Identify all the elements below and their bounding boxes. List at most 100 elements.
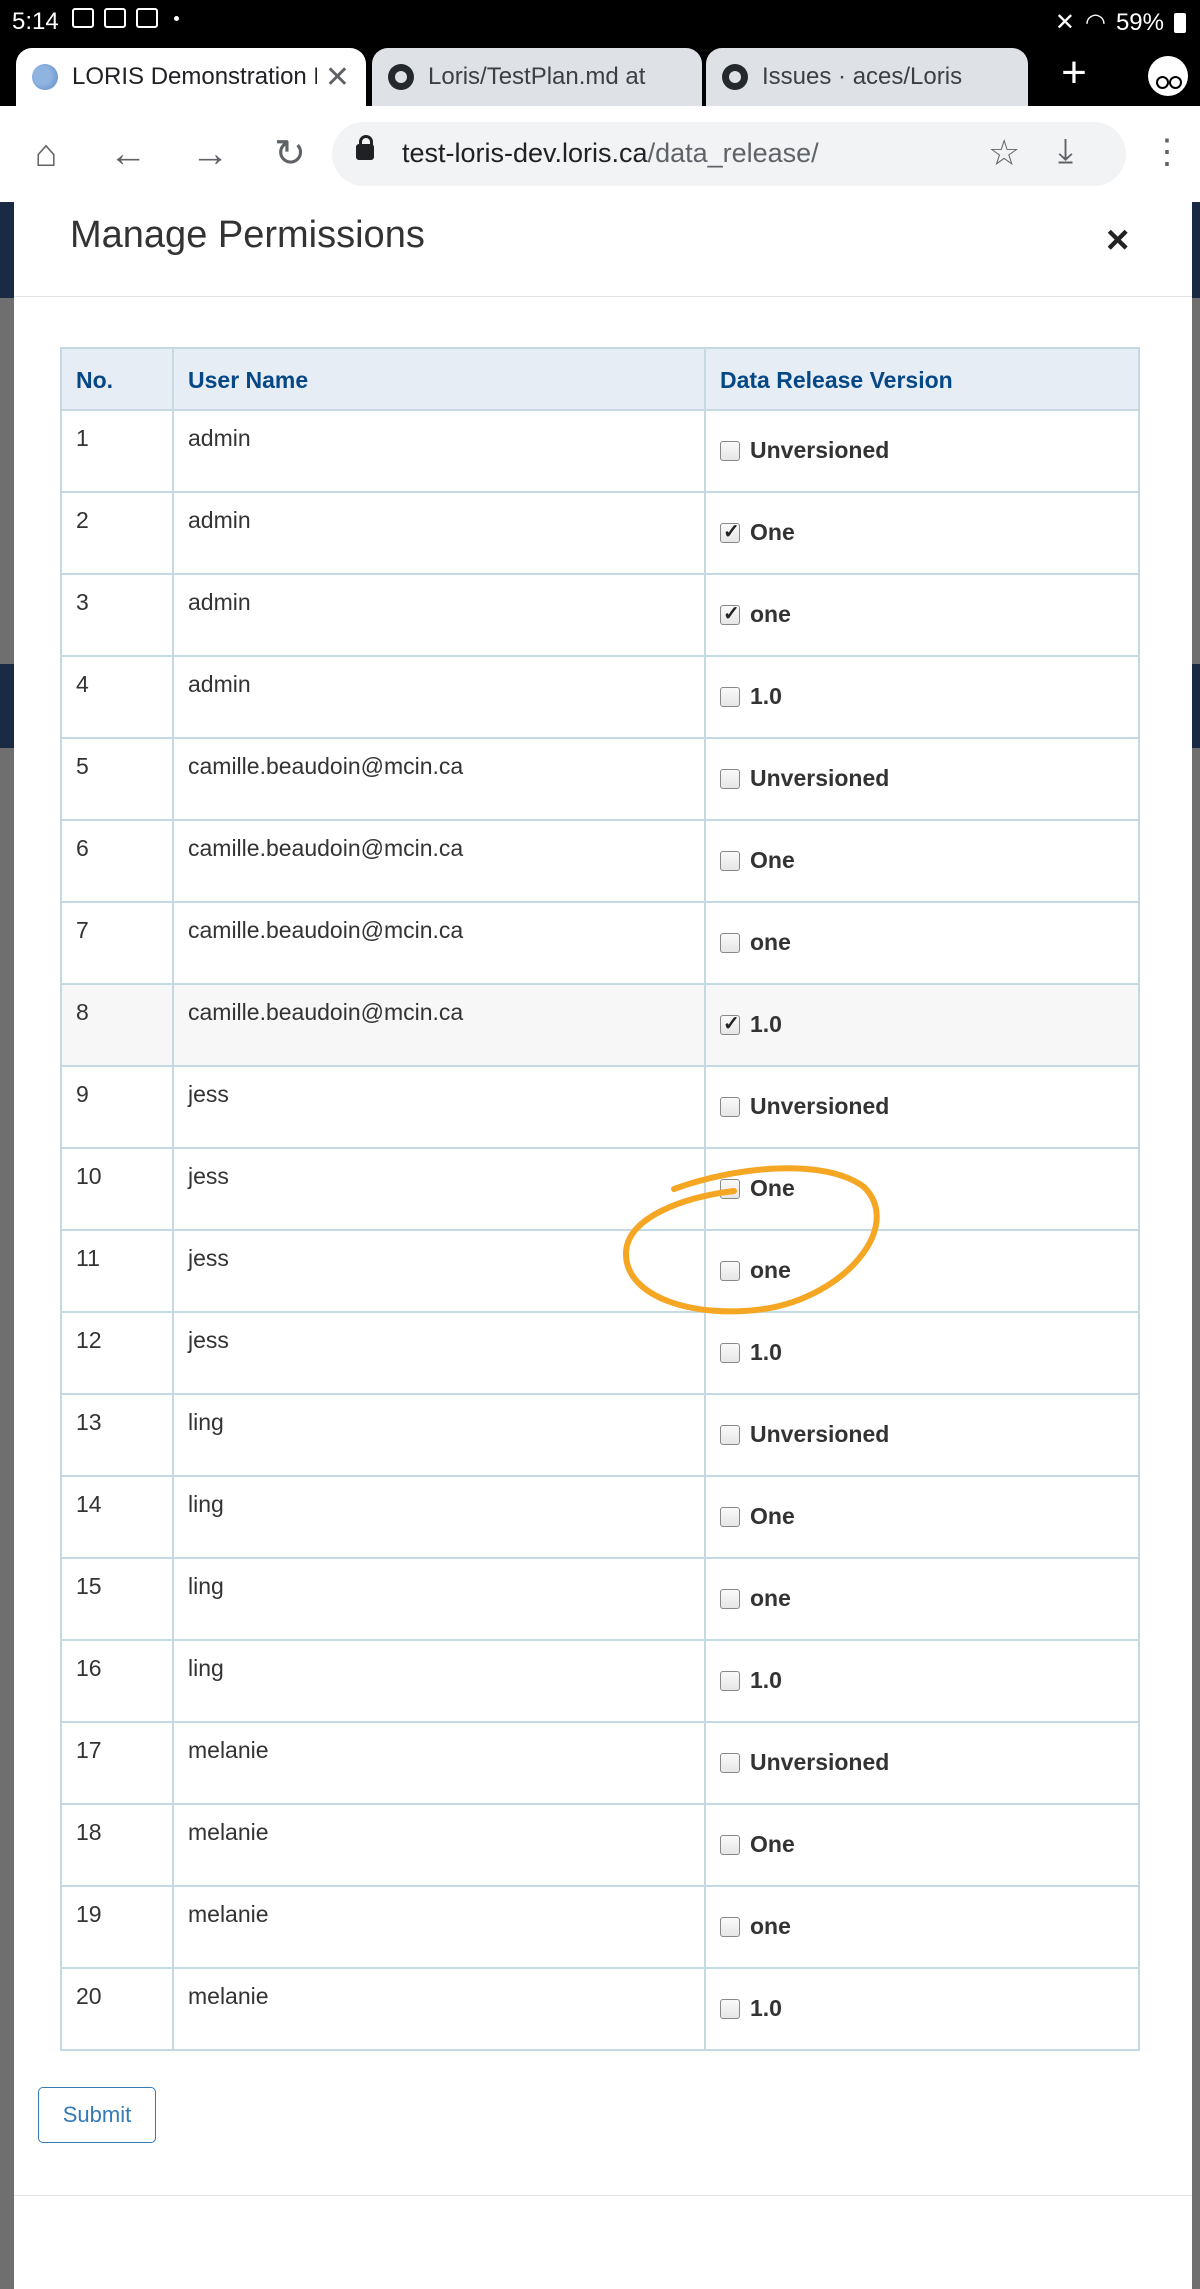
star-icon[interactable]: ☆ [988, 132, 1020, 174]
version-option[interactable]: One [720, 1163, 1124, 1202]
status-bar: 5:14 ✕ ◠ 59% [0, 0, 1200, 44]
cell-version: 1.0 [704, 655, 1140, 739]
version-option[interactable]: One [720, 1491, 1124, 1530]
cell-version: 1.0 [704, 1311, 1140, 1395]
table-row: 6 camille.beaudoin@mcin.ca One [60, 819, 1140, 903]
cell-no: 2 [60, 491, 174, 575]
close-icon[interactable]: × [1106, 218, 1129, 263]
browser-toolbar: ⌂ ← → ↻ test-loris-dev.loris.ca/data_rel… [0, 106, 1200, 202]
cell-version: Unversioned [704, 737, 1140, 821]
version-checkbox[interactable] [720, 768, 740, 789]
version-checkbox[interactable] [720, 1670, 740, 1691]
version-label: one [750, 1913, 791, 1939]
version-checkbox[interactable] [720, 1342, 740, 1363]
version-checkbox[interactable] [720, 1998, 740, 2019]
address-bar[interactable]: test-loris-dev.loris.ca/data_release/ ☆ … [332, 122, 1126, 186]
reload-icon[interactable]: ↻ [266, 130, 314, 178]
incognito-icon[interactable] [1148, 56, 1188, 96]
version-option[interactable]: Unversioned [720, 1081, 1124, 1120]
tab-title: Loris/TestPlan.md at [428, 63, 646, 90]
cell-no: 18 [60, 1803, 174, 1887]
submit-button[interactable]: Submit [38, 2087, 156, 2143]
notification-icons [72, 8, 179, 28]
github-icon [388, 64, 414, 90]
cell-user-name: jess [172, 1311, 706, 1395]
manage-permissions-modal: Manage Permissions × No. User Name Data … [14, 202, 1192, 2289]
page-content: Manage Permissions × No. User Name Data … [0, 202, 1200, 2289]
cell-version: one [704, 1885, 1140, 1969]
version-checkbox[interactable] [720, 1260, 740, 1281]
table-row: 5 camille.beaudoin@mcin.ca Unversioned [60, 737, 1140, 821]
table-row: 15 ling one [60, 1557, 1140, 1641]
header-data-release-version[interactable]: Data Release Version [704, 347, 1140, 411]
version-checkbox[interactable] [720, 1096, 740, 1117]
version-option[interactable]: one [720, 1901, 1124, 1940]
version-option[interactable]: one [720, 589, 1124, 628]
version-option[interactable]: Unversioned [720, 1737, 1124, 1776]
version-option[interactable]: 1.0 [720, 1327, 1124, 1366]
version-option[interactable]: 1.0 [720, 1655, 1124, 1694]
cell-version: one [704, 901, 1140, 985]
version-option[interactable]: Unversioned [720, 1409, 1124, 1448]
cell-no: 15 [60, 1557, 174, 1641]
cell-no: 17 [60, 1721, 174, 1805]
version-checkbox[interactable] [720, 1916, 740, 1937]
table-row: 11 jess one [60, 1229, 1140, 1313]
version-option[interactable]: One [720, 1819, 1124, 1858]
url-text: test-loris-dev.loris.ca/data_release/ [402, 138, 819, 169]
version-checkbox[interactable] [720, 440, 740, 461]
header-user-name[interactable]: User Name [172, 347, 706, 411]
version-checkbox[interactable] [720, 1424, 740, 1445]
version-option[interactable]: One [720, 507, 1124, 546]
version-checkbox[interactable] [720, 519, 740, 544]
cell-version: One [704, 1147, 1140, 1231]
version-checkbox[interactable] [720, 1752, 740, 1773]
version-option[interactable]: Unversioned [720, 425, 1124, 464]
version-option[interactable]: 1.0 [720, 1983, 1124, 2022]
version-checkbox[interactable] [720, 1588, 740, 1609]
table-row: 2admin One [60, 491, 1140, 575]
cell-version: 1.0 [704, 1967, 1140, 2051]
version-checkbox[interactable] [720, 1178, 740, 1199]
download-icon[interactable]: ⤓ [1058, 132, 1073, 171]
lock-icon [356, 135, 374, 160]
back-icon[interactable]: ← [104, 130, 152, 178]
version-checkbox[interactable] [720, 601, 740, 626]
table-row: 4 admin 1.0 [60, 655, 1140, 739]
cell-user-name: ling [172, 1393, 706, 1477]
version-checkbox[interactable] [720, 932, 740, 953]
home-icon[interactable]: ⌂ [22, 130, 70, 178]
cell-user-name: admin [172, 409, 706, 493]
tab-testplan[interactable]: Loris/TestPlan.md at [372, 48, 702, 106]
version-option[interactable]: one [720, 1573, 1124, 1612]
version-checkbox[interactable] [720, 1506, 740, 1527]
version-label: 1.0 [750, 1995, 782, 2021]
cell-user-name: admin [172, 573, 706, 657]
header-no[interactable]: No. [60, 347, 174, 411]
version-option[interactable]: One [720, 835, 1124, 874]
cell-version: One [704, 1803, 1140, 1887]
version-label: One [750, 1503, 795, 1529]
version-checkbox[interactable] [720, 1011, 740, 1036]
version-checkbox[interactable] [720, 1834, 740, 1855]
more-menu-icon[interactable]: ⋮ [1150, 130, 1184, 178]
table-body: 1adminUnversioned2adminOne3adminone4admi… [60, 409, 1140, 2051]
version-label: 1.0 [750, 1011, 782, 1037]
version-checkbox[interactable] [720, 686, 740, 707]
cell-version: Unversioned [704, 1065, 1140, 1149]
tab-loris-demo[interactable]: LORIS Demonstration D ✕ [16, 48, 366, 106]
tab-issues[interactable]: Issues · aces/Loris [706, 48, 1028, 106]
close-tab-icon[interactable]: ✕ [325, 60, 350, 95]
version-option[interactable]: 1.0 [720, 671, 1124, 710]
new-tab-button[interactable]: + [1054, 50, 1094, 100]
version-option[interactable]: Unversioned [720, 753, 1124, 792]
version-option[interactable]: one [720, 1245, 1124, 1284]
forward-icon[interactable]: → [186, 130, 234, 178]
version-option[interactable]: 1.0 [720, 999, 1124, 1038]
cell-version: one [704, 1229, 1140, 1313]
version-option[interactable]: one [720, 917, 1124, 956]
cell-version: Unversioned [704, 1721, 1140, 1805]
version-checkbox[interactable] [720, 850, 740, 871]
cell-no: 10 [60, 1147, 174, 1231]
cell-no: 8 [60, 983, 174, 1067]
